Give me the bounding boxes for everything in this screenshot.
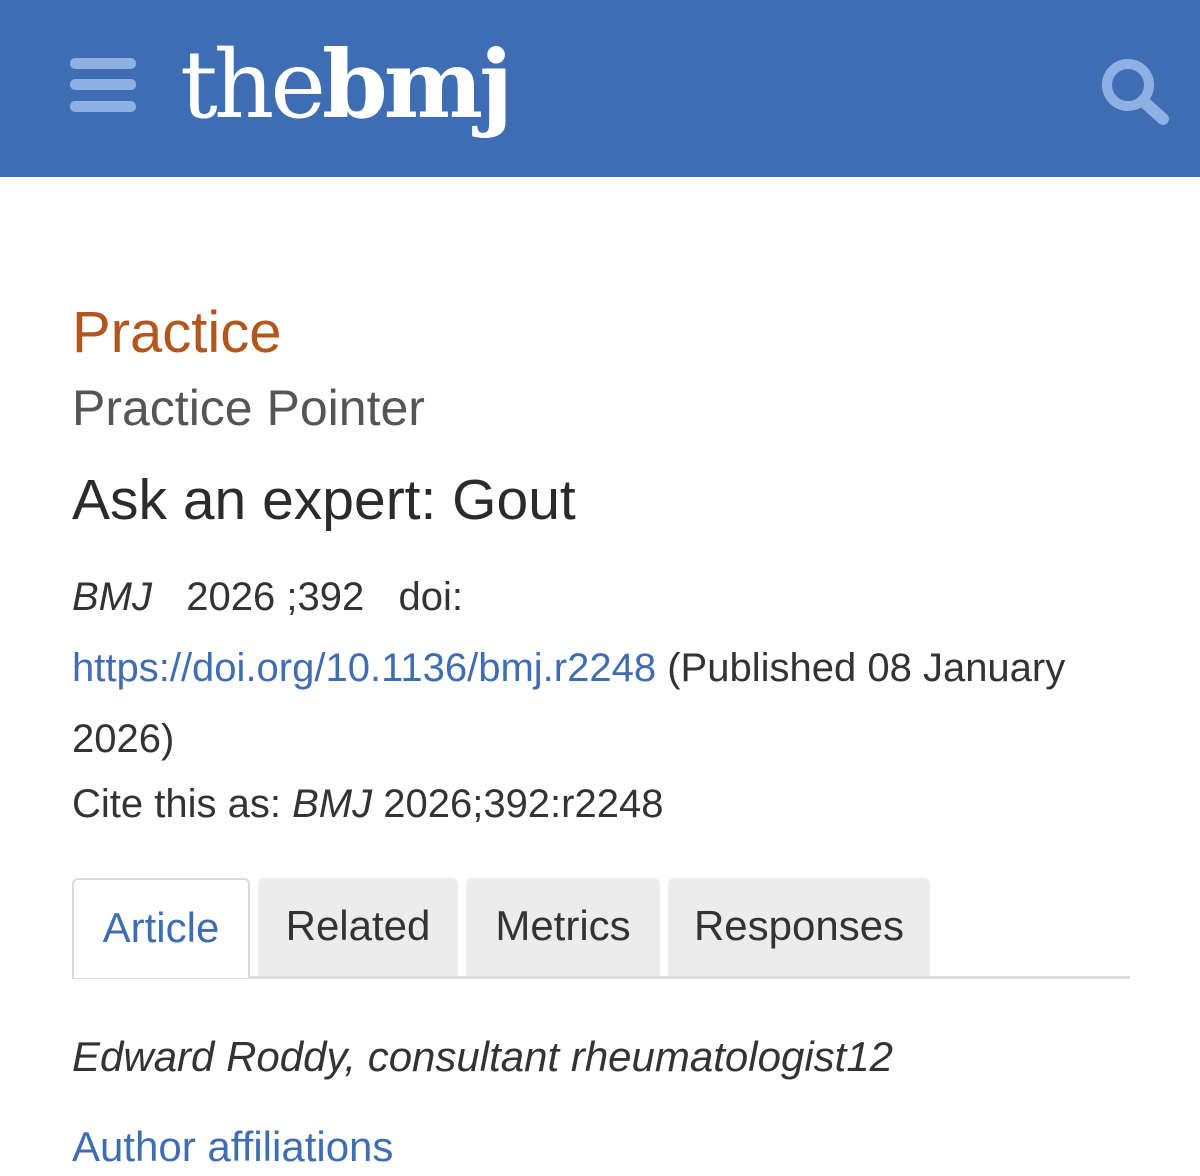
cite-this-as: Cite this as: BMJ 2026;392:r2248 [72, 776, 663, 832]
site-header: thebmj [0, 0, 1200, 177]
page-title: Ask an expert: Gout [72, 468, 576, 532]
logo-bmj: bmj [321, 30, 513, 140]
menu-bar [70, 79, 136, 90]
journal-name: BMJ [72, 575, 152, 619]
bmj-logo[interactable]: thebmj [180, 30, 513, 140]
article-section[interactable]: Practice [72, 298, 282, 368]
tab-responses[interactable]: Responses [668, 878, 930, 976]
author-affiliations-link[interactable]: Author affiliations [72, 1118, 393, 1176]
volume-separator: ; [286, 575, 298, 619]
article-subsection: Practice Pointer [72, 380, 425, 436]
search-icon-graphic [1102, 59, 1169, 125]
journal-year: 2026 [186, 575, 276, 619]
tab-article[interactable]: Article [72, 878, 250, 978]
search-icon[interactable] [1098, 56, 1172, 126]
journal-volume: 392 [297, 575, 365, 619]
menu-bar [70, 58, 136, 69]
article-author: Edward Roddy, consultant rheumatologist1… [72, 1033, 894, 1080]
cite-journal: BMJ [292, 782, 373, 826]
cite-reference: 2026;392:r2248 [383, 782, 664, 826]
logo-the: the [180, 31, 326, 140]
tab-metrics[interactable]: Metrics [466, 878, 660, 976]
cite-label: Cite this as: [72, 782, 281, 826]
menu-bar [70, 101, 136, 112]
article-tabs: Article Related Metrics Responses [72, 878, 1130, 978]
doi-link[interactable]: https://doi.org/10.1136/bmj.r2248 [72, 646, 656, 690]
tab-related[interactable]: Related [258, 878, 458, 976]
hamburger-menu-icon[interactable] [70, 58, 136, 112]
article-citation-meta: BMJ 2026 ;392 doi: https://doi.org/10.11… [72, 562, 1152, 775]
doi-label: doi: [398, 575, 463, 619]
